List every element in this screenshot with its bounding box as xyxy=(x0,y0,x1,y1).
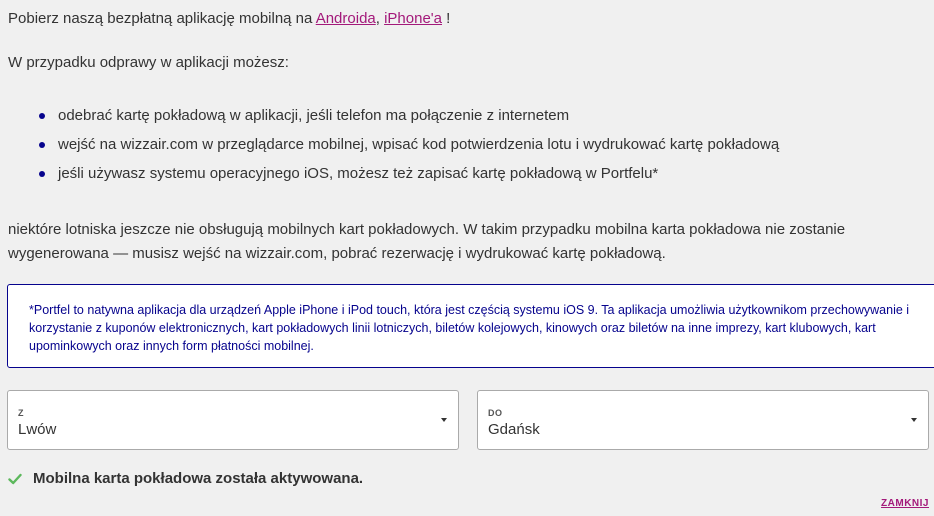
chevron-down-icon xyxy=(911,418,917,422)
checkin-subheading: W przypadku odprawy w aplikacji możesz: xyxy=(8,54,289,71)
check-icon xyxy=(8,473,22,484)
chevron-down-icon xyxy=(441,418,447,422)
to-airport-select[interactable]: DO Gdańsk xyxy=(477,390,929,450)
bullet-icon xyxy=(39,171,45,177)
from-airport-select[interactable]: Z Lwów xyxy=(7,390,459,450)
status-text: Mobilna karta pokładowa została aktywowa… xyxy=(33,470,364,487)
list-item: jeśli używasz systemu operacyjnego iOS, … xyxy=(38,164,779,193)
app-download-intro: Pobierz naszą bezpłatną aplikację mobiln… xyxy=(8,9,450,29)
to-select-value: Gdańsk xyxy=(488,421,540,438)
from-select-value: Lwów xyxy=(18,421,57,438)
list-item-text: wejść na wizzair.com w przeglądarce mobi… xyxy=(58,136,780,153)
list-item: wejść na wizzair.com w przeglądarce mobi… xyxy=(38,135,779,164)
list-item: odebrać kartę pokładową w aplikacji, jeś… xyxy=(38,106,779,135)
airport-support-note: niektóre lotniska jeszcze nie obsługują … xyxy=(8,221,846,262)
intro-suffix: ! xyxy=(442,10,451,27)
bullet-icon xyxy=(39,142,45,148)
list-item-text: jeśli używasz systemu operacyjnego iOS, … xyxy=(58,165,659,182)
intro-separator: , xyxy=(375,10,385,27)
activation-status: Mobilna karta pokładowa została aktywowa… xyxy=(8,470,363,487)
wallet-info-box: *Portfel to natywna aplikacja dla urządz… xyxy=(7,284,934,368)
list-item-text: odebrać kartę pokładową w aplikacji, jeś… xyxy=(58,107,570,124)
close-button[interactable]: ZAMKNIJ xyxy=(881,498,929,509)
intro-prefix: Pobierz naszą bezpłatną aplikację mobiln… xyxy=(8,10,316,27)
checkin-options-list: odebrać kartę pokładową w aplikacji, jeś… xyxy=(38,106,779,193)
to-select-label: DO xyxy=(488,408,503,418)
iphone-link[interactable]: iPhone'a xyxy=(384,10,442,27)
wallet-info-text: *Portfel to natywna aplikacja dla urządz… xyxy=(29,303,910,353)
android-link[interactable]: Androida xyxy=(316,10,376,27)
from-select-label: Z xyxy=(18,408,24,418)
bullet-icon xyxy=(39,113,45,119)
